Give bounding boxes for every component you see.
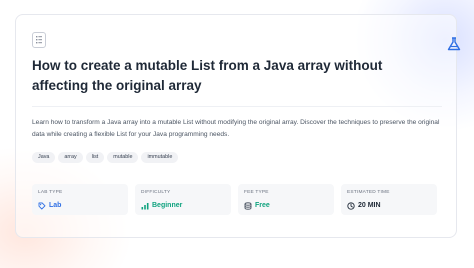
signal-bars-icon bbox=[141, 202, 149, 209]
divider bbox=[32, 106, 442, 107]
stat-label: FEE TYPE bbox=[244, 190, 269, 195]
tag-icon bbox=[38, 202, 46, 209]
tag-array[interactable]: array bbox=[58, 152, 83, 163]
stat-label: ESTIMATED TIME bbox=[347, 190, 390, 195]
tag-mutable[interactable]: mutable bbox=[107, 152, 139, 163]
stat-value: 20 MIN bbox=[358, 202, 381, 209]
stat-value: Free bbox=[255, 202, 270, 209]
stat-difficulty: DIFFICULTY Beginner bbox=[135, 184, 231, 215]
flask-icon bbox=[447, 37, 461, 51]
tag-list[interactable]: list bbox=[85, 152, 105, 163]
stat-value: Lab bbox=[49, 202, 62, 209]
lab-stats: LAB TYPE Lab DIFFICULTY Beginner FEE TYP… bbox=[32, 184, 437, 215]
tag-list: Java array list mutable immutable bbox=[32, 152, 179, 163]
tag-immutable[interactable]: immutable bbox=[141, 152, 179, 163]
coins-icon bbox=[244, 201, 252, 210]
document-icon bbox=[32, 32, 46, 48]
stat-lab-type: LAB TYPE Lab bbox=[32, 184, 128, 215]
stat-fee-type: FEE TYPE Free bbox=[238, 184, 334, 215]
lab-title: How to create a mutable List from a Java… bbox=[32, 58, 383, 93]
stat-estimated-time: ESTIMATED TIME 20 MIN bbox=[341, 184, 437, 215]
stat-label: DIFFICULTY bbox=[141, 190, 171, 195]
stat-value: Beginner bbox=[152, 202, 183, 209]
tag-java[interactable]: Java bbox=[32, 152, 56, 163]
clock-icon bbox=[347, 201, 355, 210]
stat-label: LAB TYPE bbox=[38, 190, 63, 195]
lab-description: Learn how to transform a Java array into… bbox=[32, 119, 440, 138]
